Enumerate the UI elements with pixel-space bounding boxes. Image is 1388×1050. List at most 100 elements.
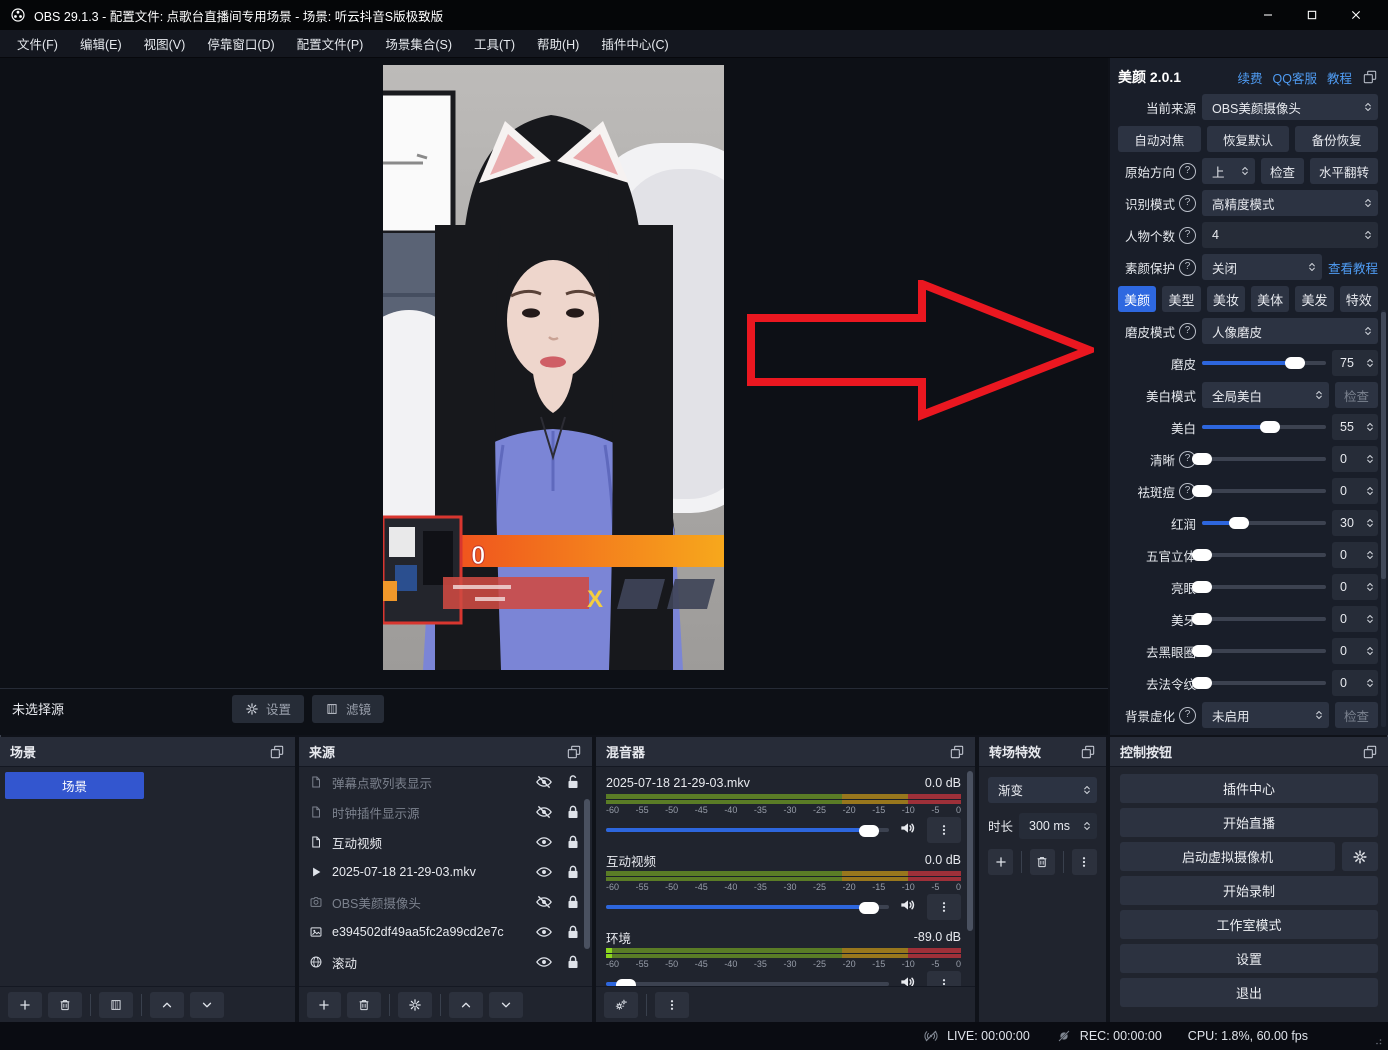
sources-chevup-button[interactable] xyxy=(449,992,483,1018)
control-button-6[interactable]: 退出 xyxy=(1120,978,1378,1007)
scenes-plus-button[interactable] xyxy=(8,992,42,1018)
maximize-button[interactable] xyxy=(1290,0,1334,30)
slider-track[interactable] xyxy=(1202,361,1326,365)
slider-去法令纹[interactable] xyxy=(1202,670,1326,696)
view-tutorial-link[interactable]: 查看教程 xyxy=(1328,258,1378,277)
slider-清晰[interactable] xyxy=(1202,446,1326,472)
popout-icon[interactable] xyxy=(1080,744,1096,760)
mute-toggle[interactable] xyxy=(898,895,918,920)
channel-menu-button[interactable] xyxy=(927,971,961,986)
tutorial-link[interactable]: 教程 xyxy=(1327,68,1352,87)
lock-toggle[interactable] xyxy=(564,863,582,881)
slider-value-五官立体[interactable]: 0 xyxy=(1332,542,1378,568)
mixer-dots-button[interactable] xyxy=(655,992,689,1018)
lock-toggle[interactable] xyxy=(564,803,582,821)
slider-handle[interactable] xyxy=(1192,613,1212,625)
slider-track[interactable] xyxy=(1202,681,1326,685)
slider-磨皮[interactable] xyxy=(1202,350,1326,376)
qq-support-link[interactable]: QQ客服 xyxy=(1273,68,1317,87)
close-button[interactable] xyxy=(1334,0,1378,30)
lock-toggle[interactable] xyxy=(564,953,582,971)
scenes-trash-button[interactable] xyxy=(48,992,82,1018)
slider-track[interactable] xyxy=(1202,585,1326,589)
slider-handle[interactable] xyxy=(1192,485,1212,497)
slider-handle[interactable] xyxy=(1285,357,1305,369)
visibility-toggle[interactable] xyxy=(535,833,553,851)
sources-scrollbar[interactable] xyxy=(584,799,590,949)
beauty-tab-2[interactable]: 美妆 xyxy=(1207,286,1245,312)
beauty-scrollbar[interactable] xyxy=(1381,310,1386,727)
control-button-4[interactable]: 工作室模式 xyxy=(1120,910,1378,939)
menu-item-6[interactable]: 工具(T) xyxy=(463,34,526,53)
combo-美白模式[interactable]: 全局美白 xyxy=(1202,382,1329,408)
scenes-chevup-button[interactable] xyxy=(150,992,184,1018)
sources-chevdown-button[interactable] xyxy=(489,992,523,1018)
lock-toggle[interactable] xyxy=(564,893,582,911)
visibility-toggle[interactable] xyxy=(535,893,553,911)
combo-当前来源[interactable]: OBS美颜摄像头 xyxy=(1202,94,1378,120)
slider-value-红润[interactable]: 30 xyxy=(1332,510,1378,536)
popout-icon[interactable] xyxy=(269,744,285,760)
popout-icon[interactable] xyxy=(566,744,582,760)
beauty-button-0[interactable]: 自动对焦 xyxy=(1118,126,1201,152)
help-icon[interactable]: ? xyxy=(1179,323,1196,340)
channel-menu-button[interactable] xyxy=(927,817,961,843)
help-icon[interactable]: ? xyxy=(1179,163,1196,180)
scenes-filter-button[interactable] xyxy=(99,992,133,1018)
control-button-0[interactable]: 插件中心 xyxy=(1120,774,1378,803)
slider-红润[interactable] xyxy=(1202,510,1326,536)
beauty-tab-0[interactable]: 美颜 xyxy=(1118,286,1156,312)
slider-去黑眼圈[interactable] xyxy=(1202,638,1326,664)
volume-slider[interactable] xyxy=(606,905,889,909)
slider-handle[interactable] xyxy=(1192,677,1212,689)
source-row[interactable]: OBS美颜摄像头 xyxy=(299,887,592,917)
slider-value-亮眼[interactable]: 0 xyxy=(1332,574,1378,600)
slider-track[interactable] xyxy=(1202,457,1326,461)
scene-item[interactable]: 场景 xyxy=(5,772,144,799)
beauty-extra-button-检查[interactable]: 检查 xyxy=(1261,158,1304,184)
volume-handle[interactable] xyxy=(616,979,636,986)
visibility-toggle[interactable] xyxy=(535,803,553,821)
sources-trash-button[interactable] xyxy=(347,992,381,1018)
beauty-tab-1[interactable]: 美型 xyxy=(1162,286,1200,312)
menu-item-2[interactable]: 视图(V) xyxy=(133,34,197,53)
check-button[interactable]: 检查 xyxy=(1335,702,1378,728)
minimize-button[interactable] xyxy=(1246,0,1290,30)
transition-menu-button[interactable] xyxy=(1072,849,1097,875)
control-button-5[interactable]: 设置 xyxy=(1120,944,1378,973)
visibility-toggle[interactable] xyxy=(535,953,553,971)
slider-五官立体[interactable] xyxy=(1202,542,1326,568)
source-row[interactable]: e394502df49aa5fc2a99cd2e7c xyxy=(299,917,592,947)
slider-handle[interactable] xyxy=(1192,549,1212,561)
add-transition-button[interactable] xyxy=(988,849,1013,875)
beauty-tab-5[interactable]: 特效 xyxy=(1340,286,1378,312)
source-row[interactable]: 滚动 xyxy=(299,947,592,977)
sources-gear-button[interactable] xyxy=(398,992,432,1018)
scenes-chevdown-button[interactable] xyxy=(190,992,224,1018)
source-settings-button[interactable]: 设置 xyxy=(232,695,304,723)
slider-track[interactable] xyxy=(1202,425,1326,429)
popout-icon[interactable] xyxy=(1362,69,1378,85)
mixer-scrollbar[interactable] xyxy=(967,771,973,931)
sources-plus-button[interactable] xyxy=(307,992,341,1018)
slider-祛斑痘[interactable] xyxy=(1202,478,1326,504)
spinbox-人物个数[interactable]: 4 xyxy=(1202,222,1378,248)
help-icon[interactable]: ? xyxy=(1179,227,1196,244)
slider-track[interactable] xyxy=(1202,521,1326,525)
slider-handle[interactable] xyxy=(1192,581,1212,593)
virtual-camera-settings-button[interactable] xyxy=(1342,842,1378,871)
combo-磨皮模式[interactable]: 人像磨皮 xyxy=(1202,318,1378,344)
lock-toggle[interactable] xyxy=(564,833,582,851)
source-row[interactable]: 时钟插件显示源 xyxy=(299,797,592,827)
visibility-toggle[interactable] xyxy=(535,773,553,791)
help-icon[interactable]: ? xyxy=(1179,707,1196,724)
source-row[interactable]: 弹幕点歌列表显示 xyxy=(299,767,592,797)
menu-item-1[interactable]: 编辑(E) xyxy=(69,34,133,53)
slider-美牙[interactable] xyxy=(1202,606,1326,632)
slider-value-祛斑痘[interactable]: 0 xyxy=(1332,478,1378,504)
source-row[interactable]: 互动视频 xyxy=(299,827,592,857)
help-icon[interactable]: ? xyxy=(1179,259,1196,276)
combo-背景虚化[interactable]: 未启用 xyxy=(1202,702,1329,728)
duration-spinbox[interactable]: 300 ms xyxy=(1019,813,1097,839)
slider-value-磨皮[interactable]: 75 xyxy=(1332,350,1378,376)
